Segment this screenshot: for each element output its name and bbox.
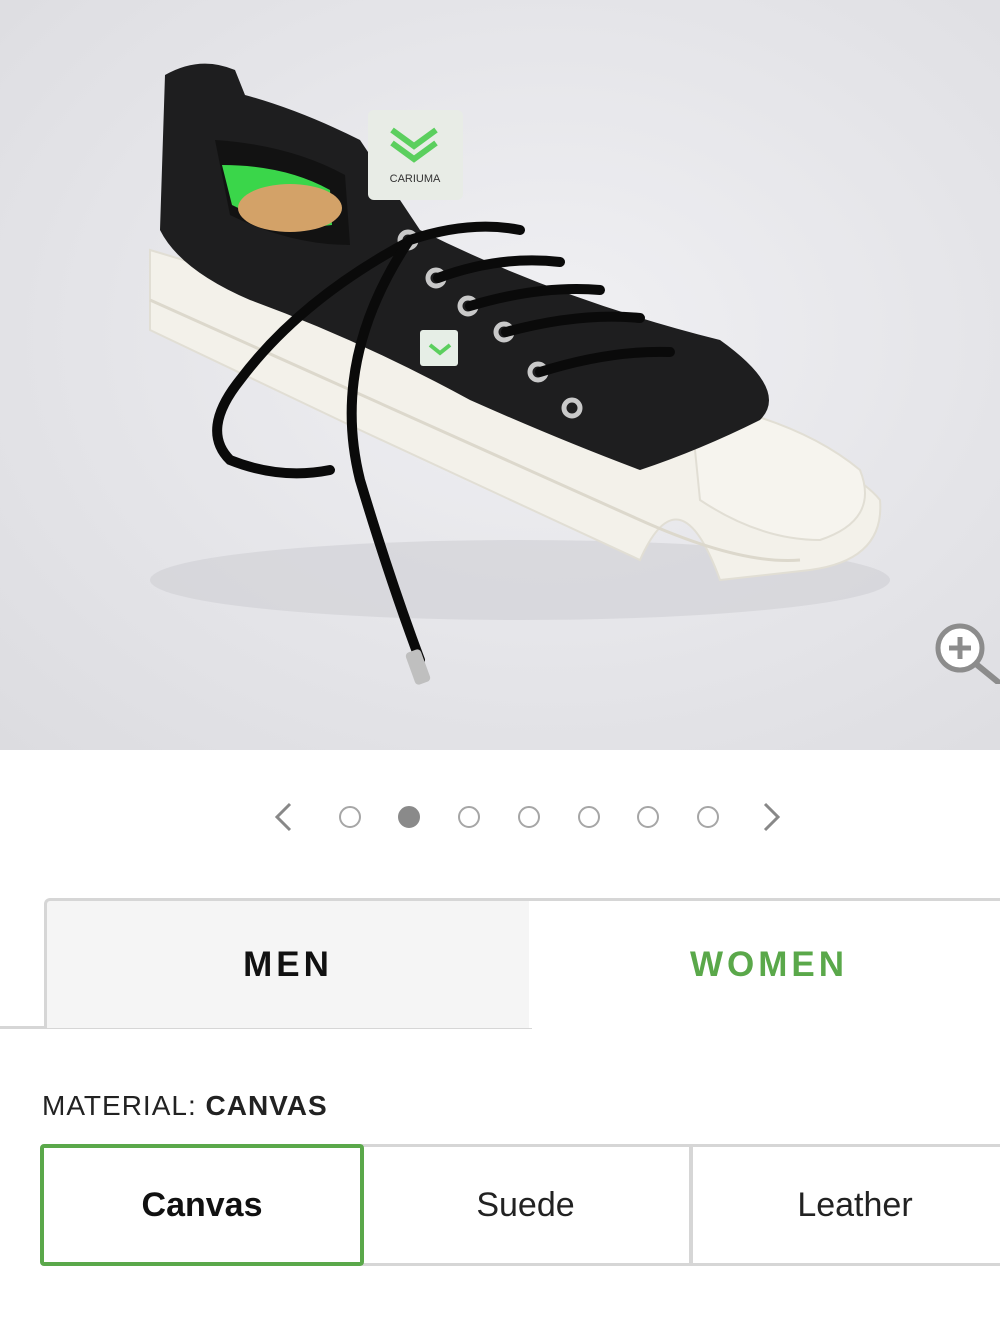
tab-men[interactable]: MEN — [44, 898, 532, 1028]
carousel-dot-1[interactable] — [339, 806, 361, 828]
chevron-left-icon — [274, 802, 292, 832]
material-label: MATERIAL: — [42, 1090, 197, 1121]
carousel-next-button[interactable] — [755, 790, 789, 844]
image-carousel-pager — [0, 790, 1000, 844]
chevron-right-icon — [763, 802, 781, 832]
product-image[interactable]: CARIUMA — [0, 0, 1000, 750]
carousel-dot-7[interactable] — [697, 806, 719, 828]
zoom-button[interactable] — [930, 620, 1000, 684]
carousel-dot-6[interactable] — [637, 806, 659, 828]
shoe-brand-label: CARIUMA — [390, 173, 441, 185]
sneaker-illustration: CARIUMA — [149, 63, 890, 685]
carousel-dot-5[interactable] — [578, 806, 600, 828]
tab-women[interactable]: WOMEN — [529, 898, 1000, 1028]
material-option-canvas[interactable]: Canvas — [40, 1144, 364, 1266]
carousel-dot-4[interactable] — [518, 806, 540, 828]
carousel-dot-2[interactable] — [398, 806, 420, 828]
material-option-suede[interactable]: Suede — [362, 1144, 692, 1266]
carousel-dot-3[interactable] — [458, 806, 480, 828]
carousel-prev-button[interactable] — [268, 790, 302, 844]
zoom-in-icon — [935, 623, 1000, 684]
material-option-leather[interactable]: Leather — [690, 1144, 1000, 1266]
material-heading: MATERIAL: CANVAS — [42, 1090, 328, 1122]
material-selected-value: CANVAS — [205, 1090, 328, 1121]
